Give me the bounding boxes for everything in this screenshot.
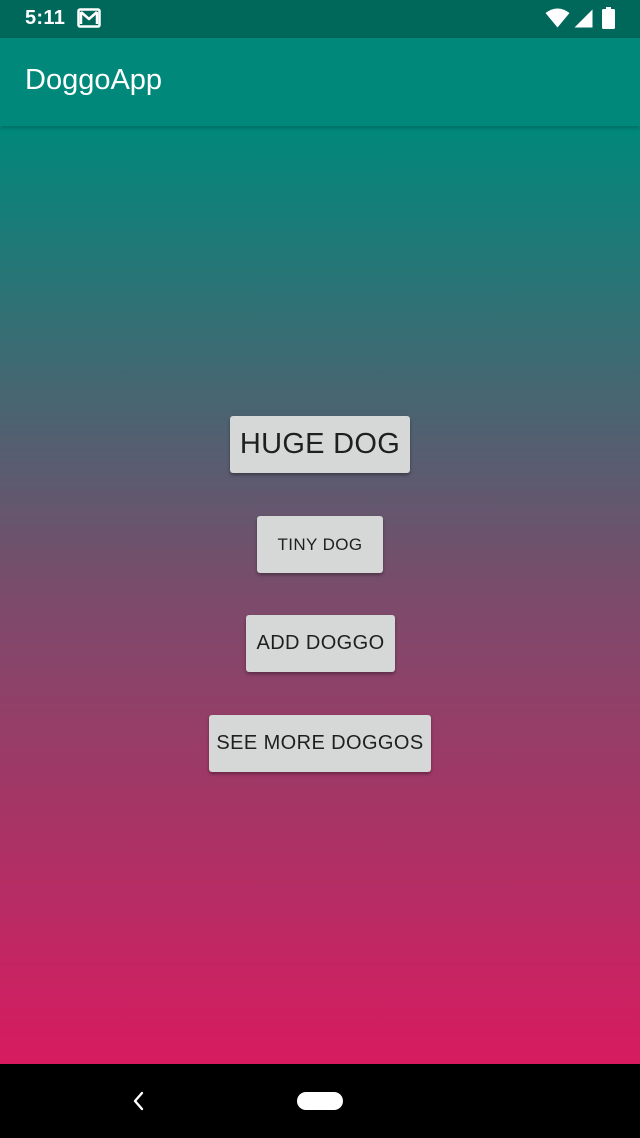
- navigation-bar: [0, 1064, 640, 1138]
- cell-signal-icon: [574, 9, 593, 28]
- wifi-icon: [545, 8, 570, 28]
- screen: 5:11 DoggoApp HUGE DOG TINY DOG ADD DOGG…: [0, 0, 640, 1138]
- add-doggo-button[interactable]: ADD DOGGO: [246, 615, 395, 672]
- status-time: 5:11: [25, 7, 66, 29]
- tiny-dog-button[interactable]: TINY DOG: [257, 516, 383, 573]
- gradient-content: HUGE DOG TINY DOG ADD DOGGO SEE MORE DOG…: [0, 126, 640, 1064]
- app-title: DoggoApp: [25, 64, 163, 96]
- back-icon[interactable]: [130, 1091, 146, 1111]
- home-pill-icon[interactable]: [297, 1092, 343, 1110]
- huge-dog-button[interactable]: HUGE DOG: [230, 416, 410, 473]
- status-bar: 5:11: [0, 0, 640, 38]
- app-bar: DoggoApp: [0, 38, 640, 126]
- gmail-icon: [77, 8, 101, 28]
- see-more-doggos-button[interactable]: SEE MORE DOGGOS: [209, 715, 431, 772]
- battery-icon: [602, 7, 615, 29]
